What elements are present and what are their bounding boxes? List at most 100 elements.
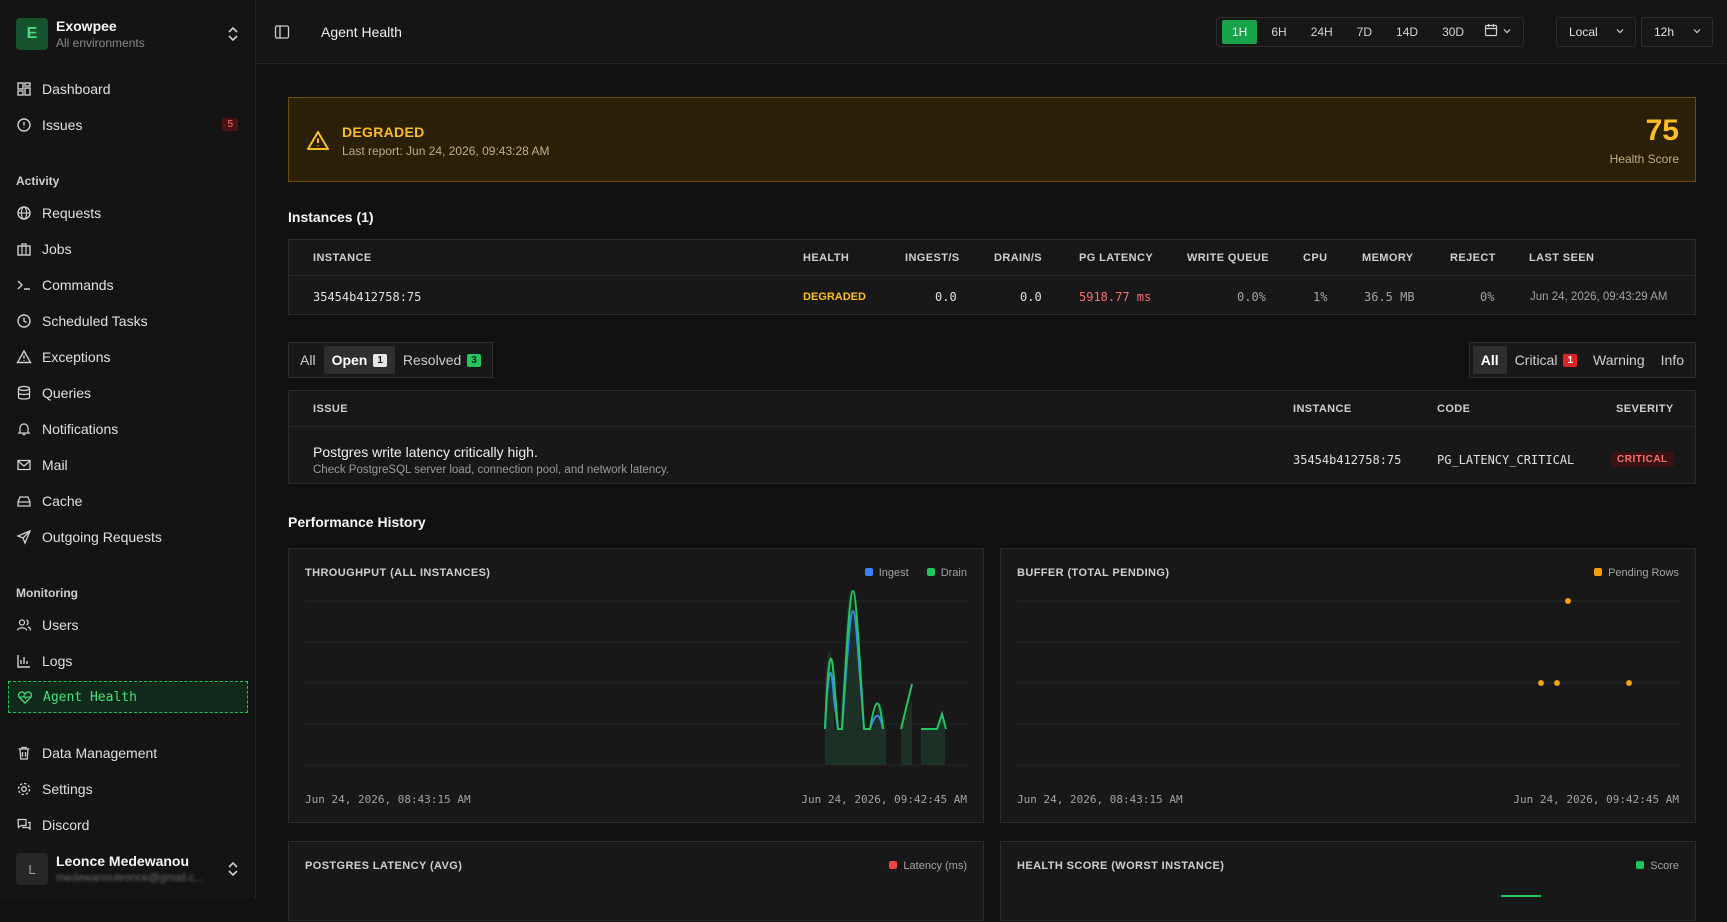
buffer-chart: BUFFER (TOTAL PENDING) Pending Rows Jun … <box>1000 548 1696 823</box>
sidebar-item-dashboard[interactable]: Dashboard <box>8 74 248 104</box>
buffer-plot <box>1017 598 1681 766</box>
col-code: CODE <box>1437 403 1471 415</box>
throughput-chart: THROUGHPUT (ALL INSTANCES) Ingest Drain … <box>288 548 984 823</box>
sidebar-item-label: Discord <box>42 817 90 833</box>
sidebar-item-scheduled-tasks[interactable]: Scheduled Tasks <box>8 306 248 336</box>
x-axis-start: Jun 24, 2026, 08:43:15 AM <box>305 793 471 806</box>
globe-icon <box>16 205 32 221</box>
sidebar-item-exceptions[interactable]: Exceptions <box>8 342 248 372</box>
resolved-count-badge: 3 <box>467 353 481 367</box>
clock-format-select[interactable]: 12h <box>1641 17 1713 47</box>
chevron-up-down-icon <box>226 24 240 44</box>
filter-label: All <box>300 352 316 368</box>
sidebar-item-label: Mail <box>42 457 68 473</box>
issue-status-filter: All Open 1 Resolved 3 <box>288 342 493 378</box>
filter-status-resolved[interactable]: Resolved 3 <box>395 346 489 374</box>
sidebar-item-cache[interactable]: Cache <box>8 486 248 516</box>
workspace-name: Exowpee <box>56 18 117 34</box>
sidebar-item-label: Cache <box>42 493 83 509</box>
filter-label: Info <box>1660 352 1684 368</box>
sidebar-item-jobs[interactable]: Jobs <box>8 234 248 264</box>
instance-ingest: 0.0 <box>935 290 957 304</box>
health-score-chart: HEALTH SCORE (WORST INSTANCE) Score <box>1000 841 1696 921</box>
col-severity: SEVERITY <box>1616 403 1674 415</box>
col-pg-latency: PG LATENCY <box>1079 252 1154 264</box>
sidebar-item-label: Scheduled Tasks <box>42 313 148 329</box>
instance-health: DEGRADED <box>803 291 866 303</box>
sidebar-item-label: Users <box>42 617 79 633</box>
mail-icon <box>16 457 32 473</box>
timezone-select[interactable]: Local <box>1556 17 1636 47</box>
send-icon <box>16 529 32 545</box>
sidebar-item-data-management[interactable]: Data Management <box>8 738 248 768</box>
filter-severity-warning[interactable]: Warning <box>1585 346 1653 374</box>
col-drain: DRAIN/S <box>994 252 1043 264</box>
issue-code: PG_LATENCY_CRITICAL <box>1437 453 1575 467</box>
range-6h[interactable]: 6H <box>1261 20 1296 44</box>
sidebar-item-label: Exceptions <box>42 349 111 365</box>
filter-severity-all[interactable]: All <box>1472 346 1507 374</box>
section-label-activity: Activity <box>16 174 60 188</box>
health-score-label: Health Score <box>1609 152 1679 166</box>
sidebar-item-label: Dashboard <box>42 81 111 97</box>
sidebar-item-issues[interactable]: Issues 5 <box>8 110 248 140</box>
range-7d[interactable]: 7D <box>1347 20 1382 44</box>
col-last-seen: LAST SEEN <box>1529 252 1595 264</box>
workspace-switcher[interactable]: E Exowpee All environments <box>16 16 240 52</box>
col-instance: INSTANCE <box>313 252 372 264</box>
health-status: DEGRADED <box>342 124 425 140</box>
user-name: Leonce Medewanou <box>56 853 190 869</box>
health-status-banner: DEGRADED Last report: Jun 24, 2026, 09:4… <box>288 97 1696 182</box>
calendar-icon <box>1484 23 1498 42</box>
user-email: medewanouleonce@gmail.c... <box>56 872 204 884</box>
sidebar-item-label: Queries <box>42 385 92 401</box>
sidebar-item-discord[interactable]: Discord <box>8 810 248 840</box>
filter-severity-info[interactable]: Info <box>1653 346 1692 374</box>
col-memory: MEMORY <box>1362 252 1414 264</box>
chevron-up-down-icon <box>226 859 240 879</box>
instances-table: INSTANCE HEALTH INGEST/S DRAIN/S PG LATE… <box>288 239 1696 315</box>
issue-instance: 35454b412758:75 <box>1293 453 1402 467</box>
range-1h[interactable]: 1H <box>1222 20 1258 44</box>
sidebar-item-label: Data Management <box>42 745 158 761</box>
sidebar-item-mail[interactable]: Mail <box>8 450 248 480</box>
briefcase-icon <box>16 241 32 257</box>
users-icon <box>16 617 32 633</box>
sidebar-item-notifications[interactable]: Notifications <box>8 414 248 444</box>
sidebar-item-requests[interactable]: Requests <box>8 198 248 228</box>
col-ingest: INGEST/S <box>905 252 960 264</box>
range-24h[interactable]: 24H <box>1301 20 1343 44</box>
sidebar-item-commands[interactable]: Commands <box>8 270 248 300</box>
legend-latency: Latency (ms) <box>889 860 967 872</box>
warning-triangle-icon <box>16 349 32 365</box>
issue-hint: Check PostgreSQL server load, connection… <box>313 464 670 476</box>
terminal-icon <box>16 277 32 293</box>
chart-legend: Latency (ms) <box>889 860 967 872</box>
pending-point <box>1565 598 1571 604</box>
instance-drain: 0.0 <box>1020 290 1042 304</box>
user-menu[interactable]: L Leonce Medewanou medewanouleonce@gmail… <box>16 851 240 885</box>
sidebar-item-queries[interactable]: Queries <box>8 378 248 408</box>
table-header: INSTANCE HEALTH INGEST/S DRAIN/S PG LATE… <box>289 240 1695 276</box>
custom-range-button[interactable] <box>1476 23 1520 42</box>
sidebar-item-logs[interactable]: Logs <box>8 646 248 676</box>
range-14d[interactable]: 14D <box>1386 20 1428 44</box>
filter-severity-critical[interactable]: Critical 1 <box>1507 346 1585 374</box>
filter-label: Resolved <box>402 352 462 368</box>
sidebar-item-users[interactable]: Users <box>8 610 248 640</box>
col-instance: INSTANCE <box>1293 403 1352 415</box>
throughput-plot <box>305 589 969 766</box>
filter-status-open[interactable]: Open 1 <box>323 346 395 374</box>
heart-pulse-icon <box>17 689 33 705</box>
range-30d[interactable]: 30D <box>1432 20 1474 44</box>
sidebar: E Exowpee All environments Dashboard Iss… <box>0 0 256 898</box>
filter-status-all[interactable]: All <box>292 346 324 374</box>
sidebar-item-agent-health[interactable]: Agent Health <box>8 681 248 713</box>
top-bar: Agent Health 1H 6H 24H 7D 14D 30D Local … <box>256 0 1727 64</box>
sidebar-toggle-icon[interactable] <box>274 24 290 40</box>
sidebar-item-outgoing-requests[interactable]: Outgoing Requests <box>8 522 248 552</box>
filter-label: Open <box>331 352 368 368</box>
sidebar-item-settings[interactable]: Settings <box>8 774 248 804</box>
sidebar-item-label: Settings <box>42 781 93 797</box>
workspace-logo: E <box>16 18 48 50</box>
